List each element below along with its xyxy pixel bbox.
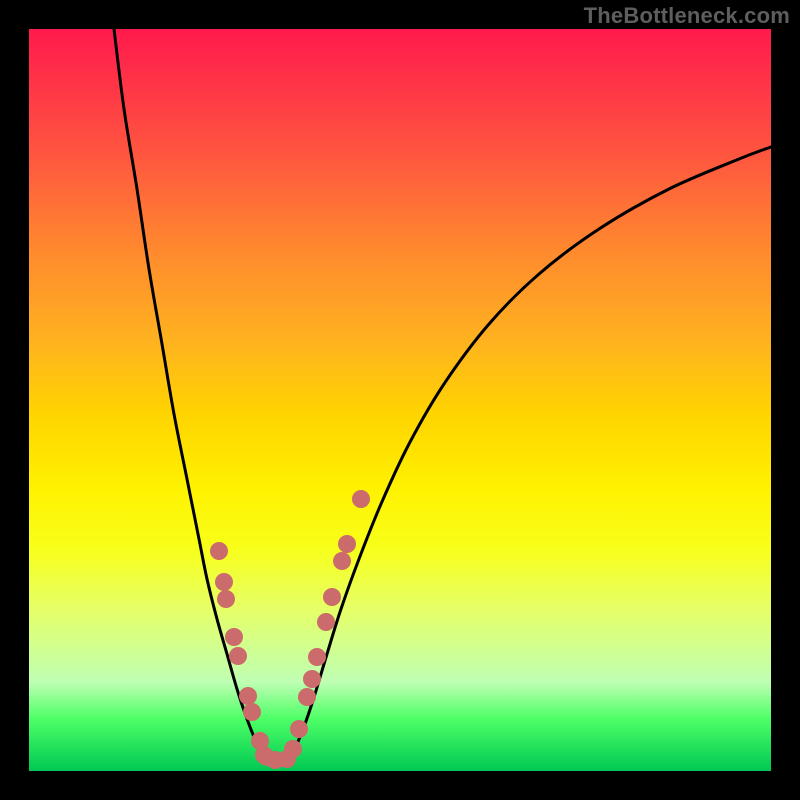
marker-dot bbox=[217, 590, 235, 608]
brand-watermark: TheBottleneck.com bbox=[584, 3, 790, 29]
marker-dot bbox=[225, 628, 243, 646]
marker-dot bbox=[303, 670, 321, 688]
marker-dot bbox=[298, 688, 316, 706]
marker-dot bbox=[333, 552, 351, 570]
marker-dot bbox=[215, 573, 233, 591]
plot-area bbox=[29, 29, 771, 771]
curve-right-curve bbox=[289, 147, 771, 760]
marker-dot bbox=[229, 647, 247, 665]
marker-dot bbox=[308, 648, 326, 666]
scatter-markers bbox=[210, 490, 370, 769]
marker-dot bbox=[317, 613, 335, 631]
curve-lines bbox=[114, 29, 771, 762]
marker-dot bbox=[243, 703, 261, 721]
marker-dot bbox=[290, 720, 308, 738]
marker-dot bbox=[352, 490, 370, 508]
marker-dot bbox=[323, 588, 341, 606]
marker-dot bbox=[338, 535, 356, 553]
chart-svg bbox=[29, 29, 771, 771]
marker-dot bbox=[239, 687, 257, 705]
marker-dot bbox=[210, 542, 228, 560]
chart-canvas: TheBottleneck.com bbox=[0, 0, 800, 800]
marker-dot bbox=[284, 740, 302, 758]
